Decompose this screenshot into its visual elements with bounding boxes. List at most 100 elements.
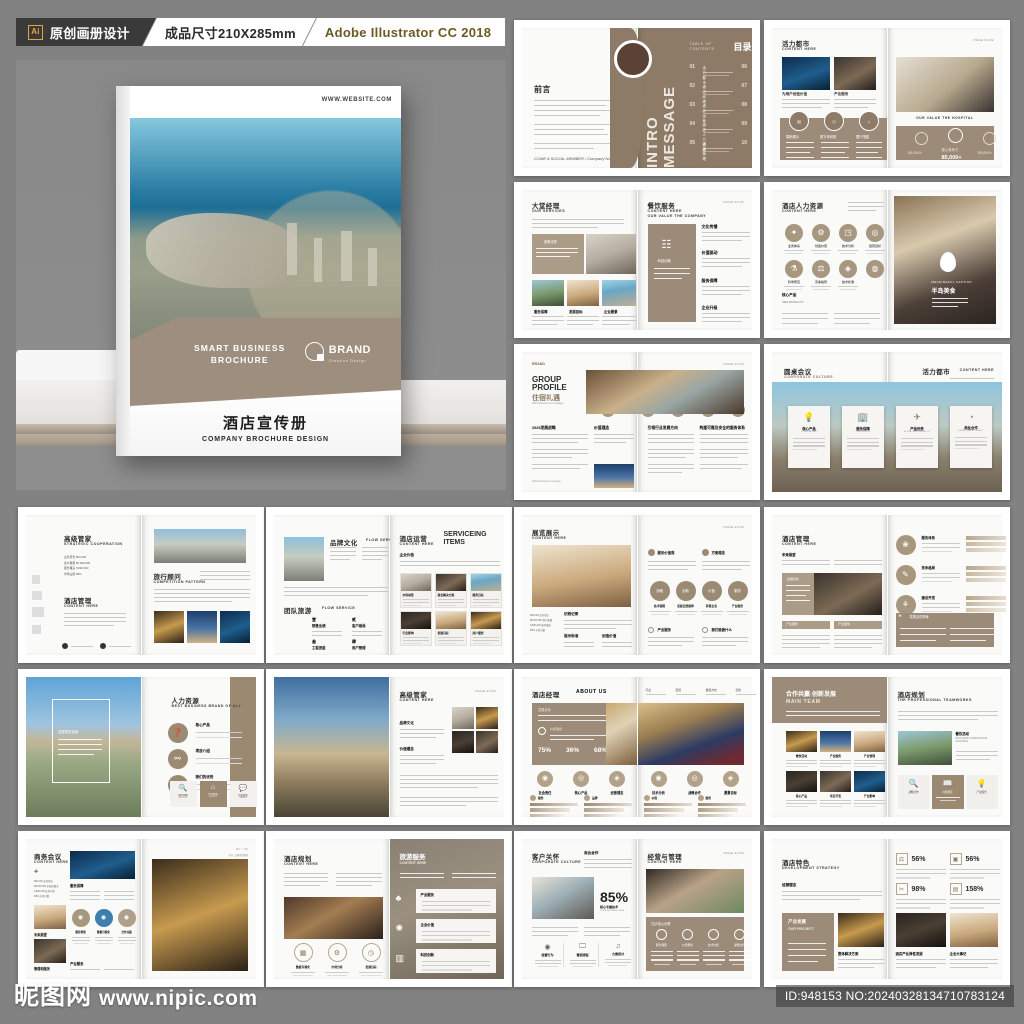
hr-chip[interactable]: 💬 价值理念 VALUES [229, 781, 257, 807]
hr-icon-item[interactable]: ◳ 技术分析 [836, 224, 860, 255]
panel-label2: 价值理念 [550, 727, 563, 731]
spread-tower[interactable]: 高级管家 CONTENT HERE PAGE 01/02 品牌文化 价值理念 [266, 669, 512, 825]
circle-badge: ◉ [94, 909, 113, 927]
care-icon-item[interactable]: ◉ 经营行为 [532, 943, 564, 968]
care-item[interactable]: 价值理念 [676, 929, 700, 965]
mgmt-row[interactable]: ❀ 服务体系 [895, 535, 1006, 561]
exhibition-circle[interactable]: 战略 技术保障 [648, 581, 672, 616]
spread-round-table[interactable]: 圆桌会议 CORPORATE CULTURE 活力都市 CONTENT HERE… [764, 344, 1010, 500]
spread-group-profile[interactable]: BRAND GROUP PROFILE 住宿礼遇 2025 developmen… [514, 344, 760, 500]
service-card[interactable]: 商业解决方案 [434, 573, 467, 608]
hr-icon-item[interactable]: ⚗ 科学研究 [782, 260, 806, 291]
spread-brand-culture[interactable]: 品牌文化 FLOW SERVICE 团队旅游 FLOW SERVICE 壹 销售… [266, 507, 512, 663]
hr-icon-item[interactable]: ◍ [863, 260, 887, 278]
about-icon-item[interactable]: ◈ 愿景目标 [716, 771, 746, 795]
service-card[interactable]: 市场前景 [399, 573, 432, 608]
meeting-circle[interactable]: ◉ 服务增值 [70, 909, 91, 945]
service-card[interactable]: 发展目标 [434, 611, 467, 646]
spread-main-team[interactable]: 合作共赢·创新发展 MAIN TEAM 餐饮活动 产业服务 产业管理 核心产品 项目开发… [764, 669, 1010, 825]
hr-icon-item[interactable]: ⚖ 竞争格局 [809, 260, 833, 291]
spread-hotel-mgmt[interactable]: 酒店管理 CONTENT HERE 未来展望 发展目标 产业服务 产业服务 ❀ 服… [764, 507, 1010, 663]
plan-card-icon: ♣ [395, 893, 402, 903]
care-icon-item[interactable]: ♫ 方案研讨 [602, 943, 634, 967]
stat-value: 30,000+ [907, 150, 923, 155]
plan-circle[interactable]: ◷ 发展目标 [356, 943, 386, 977]
feature-stat[interactable]: ✂ 98% [895, 883, 946, 909]
plan-circle[interactable]: ⚙ 市场分析 [322, 943, 352, 977]
team-card[interactable]: 产业服务 [820, 731, 851, 768]
spread-title-en: CONTENT HERE [399, 698, 434, 702]
feature-card[interactable]: 💡 核心产品 CORE VALUES [788, 406, 830, 468]
about-icon-item[interactable]: ◎ 核心产品 [566, 771, 596, 795]
about-top-label[interactable]: 创新 [735, 688, 756, 696]
team-card[interactable]: 核心产品 [786, 771, 817, 808]
hr-icon-item[interactable]: ⚙ 创造价值 [809, 224, 833, 255]
photo-caption: 服务保障 [534, 310, 548, 314]
hr-icon-item[interactable]: ✦ 业务体系 [782, 224, 806, 255]
card-label: 市场前景 [402, 593, 414, 597]
mgmt-row[interactable]: ✎ 竞争格局 [895, 565, 1006, 591]
care-item[interactable]: 战略合作 [728, 929, 752, 965]
asset-id-badge: ID:948153 NO:20240328134710783124 [775, 985, 1014, 1007]
plan-card[interactable]: 企业价值 [415, 919, 496, 943]
feature-card[interactable]: ◔ 商业合作 ENVIRONMENT IMPACT [950, 406, 992, 468]
team-card[interactable]: 产业管理 [854, 731, 885, 768]
toc-item-number: 05 [689, 140, 696, 146]
service-card[interactable]: 行业影响 [399, 611, 432, 646]
about-icon-item[interactable]: ◉ 技术分析 [644, 771, 674, 795]
exhibition-circle[interactable]: 创新 发展自然规律 [674, 581, 698, 616]
section-title: 创造价值 [602, 634, 617, 638]
care-item[interactable]: 技术分析 [702, 929, 726, 965]
feature-card[interactable]: 🏢 服务保障 OUR MISSION [842, 406, 884, 468]
care-icon-item[interactable]: 🖵 营销流程 [567, 943, 599, 968]
hr-chip[interactable]: ⌂ 企业愿景 MISSION [199, 781, 227, 807]
meeting-circle[interactable]: ◉ 合作共赢 [116, 909, 137, 945]
section-title: 产业服务 [70, 962, 84, 966]
team-card[interactable]: 项目开发 [820, 771, 851, 808]
service-card[interactable]: 服务目标 [469, 573, 502, 608]
spread-butler[interactable]: 高级管家 STRATEGIC COOPERATION 业务增长 800,000 … [18, 507, 264, 663]
spread-hotel-plan[interactable]: 酒店规划 CONTENT HERE ▦ 数据可视化 ⚙ 市场分析 ◷ 发展目标 旅游服务 … [266, 831, 512, 987]
feature-card[interactable]: ✈ 产品优势 SOCIAL RESPONSIBILITY [896, 406, 938, 468]
spread-lobby-manager[interactable]: 大堂经理 OUR SERVICES 政策法规 服务保障 发展目标 企业愿景 餐饮… [514, 182, 760, 338]
spread-toc[interactable]: 前言 COME A SOCIAL MEMBER / Company Name I… [514, 20, 760, 176]
hr-chip[interactable]: 🔍 服务保障 SERVICE [169, 781, 197, 807]
exhibition-circle[interactable]: 服务 产业服务 [726, 581, 750, 616]
spread-biz-meeting[interactable]: 商务会议 CONTENT HERE ✛ 800,000 业务增长 88,000,… [18, 831, 264, 987]
feature-stat[interactable]: ▤ 158% [949, 883, 1000, 909]
toc-item-number: 10 [741, 140, 748, 146]
hr-icon-item[interactable]: ◈ 技术标准 [836, 260, 860, 291]
spread-hr-resource[interactable]: 酒店人力资源 CONTENT HERE ✦ 业务体系 ⚙ 创造价值 ◳ 技术分析 ◎ 经营目标… [764, 182, 1010, 338]
circle-label: 技术保障 [653, 604, 666, 608]
spread-features[interactable]: 酒店特色 DEVELOPMENT STRATEGY 经营理念 产业发展 OUR … [764, 831, 1010, 987]
team-chip[interactable]: 🔍 战略合作 [897, 775, 930, 809]
about-top-label[interactable]: 经营 [675, 688, 696, 696]
about-icon-item[interactable]: ◈ 经营理念 [602, 771, 632, 795]
stat-value: 85,000+ [941, 155, 962, 161]
exhibition-circle[interactable]: 价值 转售企业 [700, 581, 724, 616]
feature-stat[interactable]: ▣ 56% [949, 853, 1000, 879]
plan-card[interactable]: 科技创新 [415, 949, 496, 973]
spread-about-us[interactable]: 酒店经理 ABOUT US 发展目标 价值理念 75% 36% 68% ◉ 社会责… [514, 669, 760, 825]
about-top-label[interactable]: 行业 [645, 688, 666, 696]
about-top-label[interactable]: 发展方向 [705, 688, 726, 696]
subsection-title: 未来展望 [782, 553, 796, 557]
spread-customer-care[interactable]: 客户关怀 CORPORATE CULTURE 商业合作 85% 核心专属技术 C… [514, 831, 760, 987]
team-chip[interactable]: 📖 价值理念 [931, 775, 964, 809]
team-chip[interactable]: 💡 产业服务 [965, 775, 998, 809]
card-label: 项目开发 [829, 794, 842, 798]
about-icon-item[interactable]: ◉ 社会责任 [530, 771, 560, 795]
service-card[interactable]: 用户服务 [469, 611, 502, 646]
team-card[interactable]: 产业影响 [854, 771, 885, 808]
plan-card[interactable]: 产业服务 [415, 889, 496, 913]
team-card[interactable]: 餐饮活动 [786, 731, 817, 768]
feature-stat[interactable]: ⚖ 56% [895, 853, 946, 879]
care-item[interactable]: 服务保障 [650, 929, 674, 965]
plan-circle[interactable]: ▦ 数据可视化 [288, 943, 318, 977]
meeting-circle[interactable]: ◉ 数据可视化 [93, 909, 114, 945]
spread-human-resource[interactable]: 发展理念创新 人力资源 BEST BUSINESS BRAND OF ALL ❓… [18, 669, 264, 825]
spread-vital-city[interactable]: 活力都市 CONTENT HERE 为用户创造价值 产业服务 ▤ ◷ ⌂ 展销展… [764, 20, 1010, 176]
hr-icon-item[interactable]: ◎ 经营目标 [863, 224, 887, 255]
spread-exhibition[interactable]: 展览展示 CONTENT HERE 800,000 业务增长 88,000,00… [514, 507, 760, 663]
about-icon-item[interactable]: ◎ 战略合作 [680, 771, 710, 795]
